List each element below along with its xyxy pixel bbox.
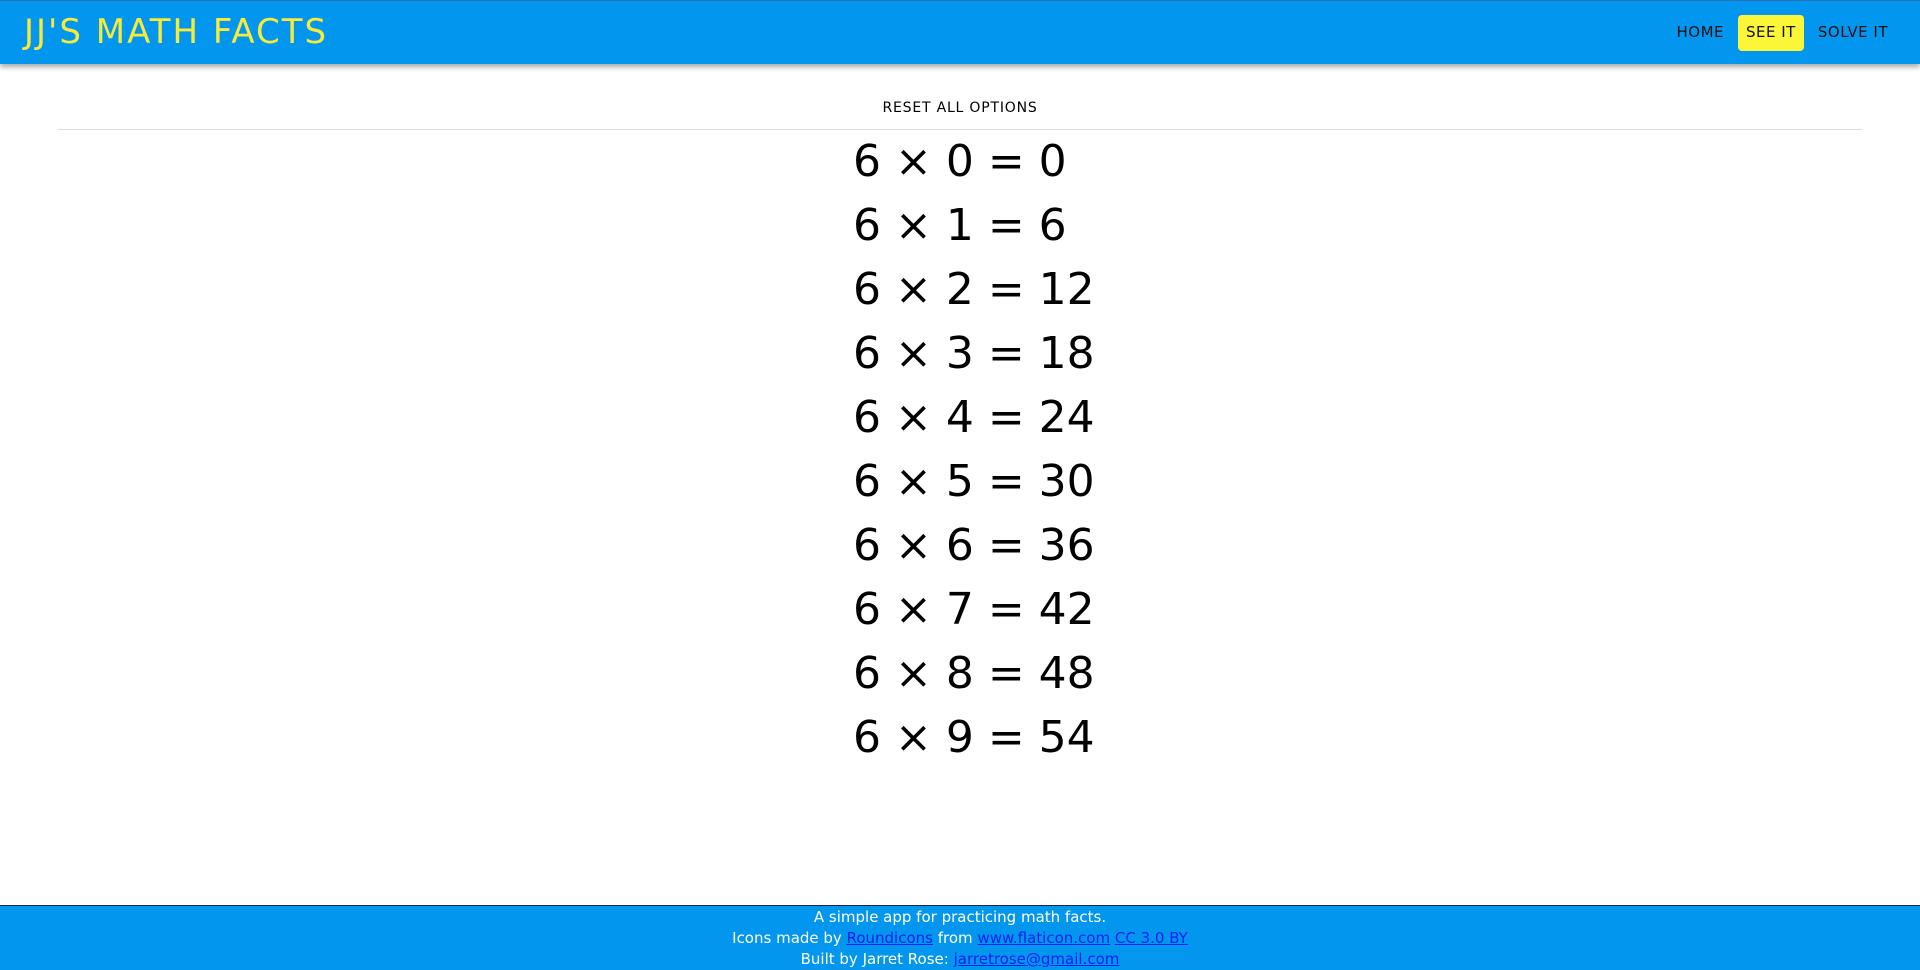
nav-home[interactable]: HOME xyxy=(1669,15,1733,51)
footer-built-by-text: Built by Jarret Rose: xyxy=(800,950,949,968)
footer-line-credits: Icons made by Roundicons from www.flatic… xyxy=(0,928,1920,949)
divider xyxy=(58,129,1862,130)
reset-all-options-button[interactable]: RESET ALL OPTIONS xyxy=(0,100,1920,116)
nav-solve-it[interactable]: SOLVE IT xyxy=(1810,15,1896,51)
fact-row: 6 × 6 = 36 xyxy=(853,520,1095,571)
fact-row: 6 × 2 = 12 xyxy=(853,264,1095,315)
navbar: JJ'S MATH FACTS HOME SEE IT SOLVE IT xyxy=(0,0,1920,64)
fact-row: 6 × 5 = 30 xyxy=(853,456,1095,507)
fact-row: 6 × 1 = 6 xyxy=(853,200,1067,251)
footer-from-text: from xyxy=(937,929,973,947)
author-email-link[interactable]: jarretrose@gmail.com xyxy=(954,950,1120,968)
fact-row: 6 × 7 = 42 xyxy=(853,584,1095,635)
main-nav: HOME SEE IT SOLVE IT xyxy=(1669,15,1897,51)
footer: A simple app for practicing math facts. … xyxy=(0,905,1920,970)
flaticon-link[interactable]: www.flaticon.com xyxy=(977,929,1110,947)
fact-row: 6 × 4 = 24 xyxy=(853,392,1095,443)
facts-list: 6 × 0 = 0 6 × 1 = 6 6 × 2 = 12 6 × 3 = 1… xyxy=(853,136,1113,776)
footer-line-author: Built by Jarret Rose: jarretrose@gmail.c… xyxy=(0,949,1920,970)
license-link[interactable]: CC 3.0 BY xyxy=(1115,929,1188,947)
nav-see-it[interactable]: SEE IT xyxy=(1738,15,1804,51)
footer-icons-credit-text: Icons made by xyxy=(732,929,842,947)
fact-row: 6 × 3 = 18 xyxy=(853,328,1095,379)
fact-row: 6 × 8 = 48 xyxy=(853,648,1095,699)
footer-description: A simple app for practicing math facts. xyxy=(813,908,1107,926)
page: JJ'S MATH FACTS HOME SEE IT SOLVE IT RES… xyxy=(0,0,1920,970)
fact-row: 6 × 9 = 54 xyxy=(853,712,1095,763)
brand-title[interactable]: JJ'S MATH FACTS xyxy=(24,11,328,53)
footer-line-description: A simple app for practicing math facts. xyxy=(0,907,1920,928)
roundicons-link[interactable]: Roundicons xyxy=(847,929,933,947)
fact-row: 6 × 0 = 0 xyxy=(853,136,1067,187)
